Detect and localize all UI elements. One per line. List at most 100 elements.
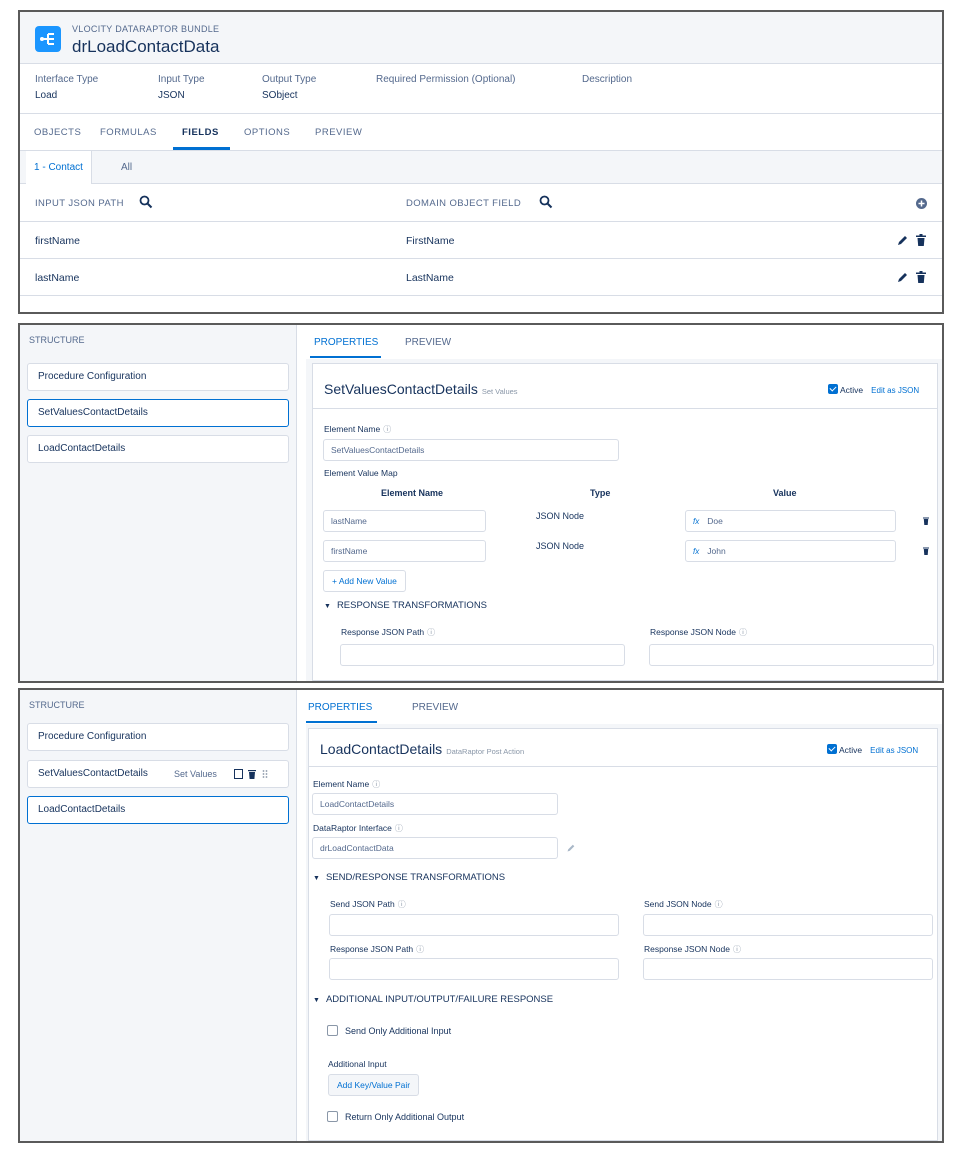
map-value-input[interactable]: fx John — [685, 540, 896, 562]
structure-item-procedure-configuration[interactable]: Procedure Configuration — [27, 363, 289, 391]
structure-label: STRUCTURE — [29, 700, 85, 710]
bundle-tabs: OBJECTS FORMULAS FIELDS OPTIONS PREVIEW — [20, 114, 942, 151]
checkbox-empty-icon — [327, 1111, 338, 1122]
delete-trash-icon[interactable] — [916, 234, 926, 246]
search-icon[interactable] — [139, 195, 153, 209]
additional-io-section[interactable]: ▼ ADDITIONAL INPUT/OUTPUT/FAILURE RESPONS… — [313, 994, 553, 1005]
edit-as-json-link[interactable]: Edit as JSON — [870, 746, 918, 755]
meta-required-permission: Required Permission (Optional) — [376, 74, 516, 85]
edit-pencil-icon[interactable] — [567, 844, 575, 852]
tab-objects[interactable]: OBJECTS — [34, 127, 81, 138]
add-circle-icon[interactable] — [916, 198, 927, 209]
send-json-path-label: Send JSON Path ⓘ — [330, 899, 406, 909]
element-name-input[interactable]: SetValuesContactDetails — [323, 439, 619, 461]
table-row: lastName LastName — [20, 259, 942, 296]
input-path-cell: firstName — [35, 235, 80, 247]
add-key-value-pair-button[interactable]: Add Key/Value Pair — [328, 1074, 420, 1096]
send-json-path-input[interactable] — [329, 914, 619, 936]
map-type-value: JSON Node — [536, 511, 585, 521]
domain-object-field-header: DOMAIN OBJECT FIELD — [406, 198, 522, 209]
copy-icon[interactable] — [234, 769, 243, 779]
structure-sidebar: STRUCTURE Procedure Configuration SetVal… — [20, 690, 297, 1141]
structure-item-setvalues[interactable]: SetValuesContactDetails — [27, 399, 289, 427]
structure-label: STRUCTURE — [29, 335, 85, 345]
properties-card: LoadContactDetails DataRaptor Post Action… — [308, 728, 938, 1141]
info-icon: ⓘ — [739, 628, 747, 637]
meta-input-type: Input Type JSON — [158, 74, 205, 101]
structure-sidebar: STRUCTURE Procedure Configuration SetVal… — [20, 325, 297, 681]
active-tab-indicator — [310, 356, 381, 358]
dataraptor-interface-input[interactable]: drLoadContactData — [312, 837, 558, 859]
map-value-input[interactable]: fx Doe — [685, 510, 896, 532]
info-icon: ⓘ — [397, 900, 406, 909]
send-response-transformations-section[interactable]: ▼ SEND/RESPONSE TRANSFORMATIONS — [313, 872, 505, 883]
element-name-label: Element Name ⓘ — [324, 424, 392, 434]
tab-preview[interactable]: PREVIEW — [315, 127, 362, 138]
tab-fields[interactable]: FIELDS — [182, 127, 219, 138]
structure-item-loadcontact[interactable]: LoadContactDetails — [27, 796, 289, 824]
tab-properties[interactable]: PROPERTIES — [314, 337, 378, 348]
domain-field-cell: LastName — [406, 272, 454, 284]
info-icon: ⓘ — [733, 945, 741, 954]
structure-item-procedure-configuration[interactable]: Procedure Configuration — [27, 723, 289, 751]
active-tab-indicator — [306, 721, 377, 723]
response-json-path-input[interactable] — [329, 958, 619, 980]
delete-trash-icon[interactable] — [916, 271, 926, 283]
edit-pencil-icon[interactable] — [897, 235, 908, 246]
dataraptor-interface-label: DataRaptor Interface ⓘ — [313, 823, 403, 833]
domain-field-cell: FirstName — [406, 235, 455, 247]
subtab-contact[interactable]: 1 - Contact — [26, 151, 92, 184]
tab-options[interactable]: OPTIONS — [244, 127, 290, 138]
return-only-additional-output-checkbox[interactable]: Return Only Additional Output — [327, 1111, 464, 1122]
tab-preview[interactable]: PREVIEW — [405, 337, 451, 348]
set-values-panel: STRUCTURE Procedure Configuration SetVal… — [18, 323, 944, 683]
tab-preview[interactable]: PREVIEW — [412, 702, 458, 713]
delete-trash-icon[interactable] — [248, 769, 256, 779]
response-json-node-input[interactable] — [643, 958, 933, 980]
table-row: firstName FirstName — [20, 222, 942, 259]
delete-trash-icon[interactable] — [923, 547, 929, 555]
send-only-additional-input-checkbox[interactable]: Send Only Additional Input — [327, 1025, 451, 1036]
info-icon: ⓘ — [714, 900, 723, 909]
divider — [313, 408, 937, 409]
active-toggle[interactable]: Active Edit as JSON — [827, 744, 918, 755]
meta-interface-type: Interface Type Load — [35, 74, 99, 101]
search-icon[interactable] — [539, 195, 553, 209]
element-value-map-label: Element Value Map — [324, 468, 398, 478]
info-icon: ⓘ — [427, 628, 436, 637]
bundle-meta: Interface Type Load Input Type JSON Output… — [20, 64, 942, 114]
structure-item-loadcontact[interactable]: LoadContactDetails — [27, 435, 289, 463]
tab-formulas[interactable]: FORMULAS — [100, 127, 157, 138]
map-element-name-input[interactable]: firstName — [323, 540, 486, 562]
response-json-path-input[interactable] — [340, 644, 625, 666]
element-name-input[interactable]: LoadContactDetails — [312, 793, 558, 815]
active-toggle[interactable]: Active Edit as JSON — [828, 384, 919, 395]
response-transformations-section[interactable]: ▼ RESPONSE TRANSFORMATIONS — [324, 600, 487, 611]
fx-icon: fx — [693, 517, 700, 526]
properties-area: LoadContactDetails DataRaptor Post Action… — [306, 724, 942, 1141]
set-values-tag: Set Values — [174, 769, 217, 779]
drag-handle-icon[interactable] — [262, 769, 268, 779]
structure-item-setvalues[interactable]: SetValuesContactDetails Set Values — [27, 760, 289, 788]
object-subtabs: 1 - Contact All — [20, 151, 942, 184]
response-json-node-input[interactable] — [649, 644, 934, 666]
info-icon: ⓘ — [416, 945, 425, 954]
delete-trash-icon[interactable] — [923, 517, 929, 525]
map-element-name-input[interactable]: lastName — [323, 510, 486, 532]
add-new-value-button[interactable]: + Add New Value — [323, 570, 406, 592]
info-icon: ⓘ — [372, 780, 381, 789]
element-type: Set Values — [481, 387, 518, 396]
dataraptor-bundle-panel: VLOCITY DATARAPTOR BUNDLE drLoadContactD… — [18, 10, 944, 314]
edit-pencil-icon[interactable] — [897, 272, 908, 283]
send-json-node-input[interactable] — [643, 914, 933, 936]
subtab-all[interactable]: All — [113, 151, 140, 184]
response-json-path-label: Response JSON Path ⓘ — [341, 627, 436, 637]
info-icon: ⓘ — [394, 824, 403, 833]
send-json-node-label: Send JSON Node ⓘ — [644, 899, 723, 909]
edit-as-json-link[interactable]: Edit as JSON — [871, 386, 919, 395]
checkbox-empty-icon — [327, 1025, 338, 1036]
map-header-type: Type — [590, 488, 611, 498]
meta-description: Description — [582, 74, 633, 85]
tab-properties[interactable]: PROPERTIES — [308, 702, 372, 713]
properties-card: SetValuesContactDetails Set Values Active… — [312, 363, 938, 681]
